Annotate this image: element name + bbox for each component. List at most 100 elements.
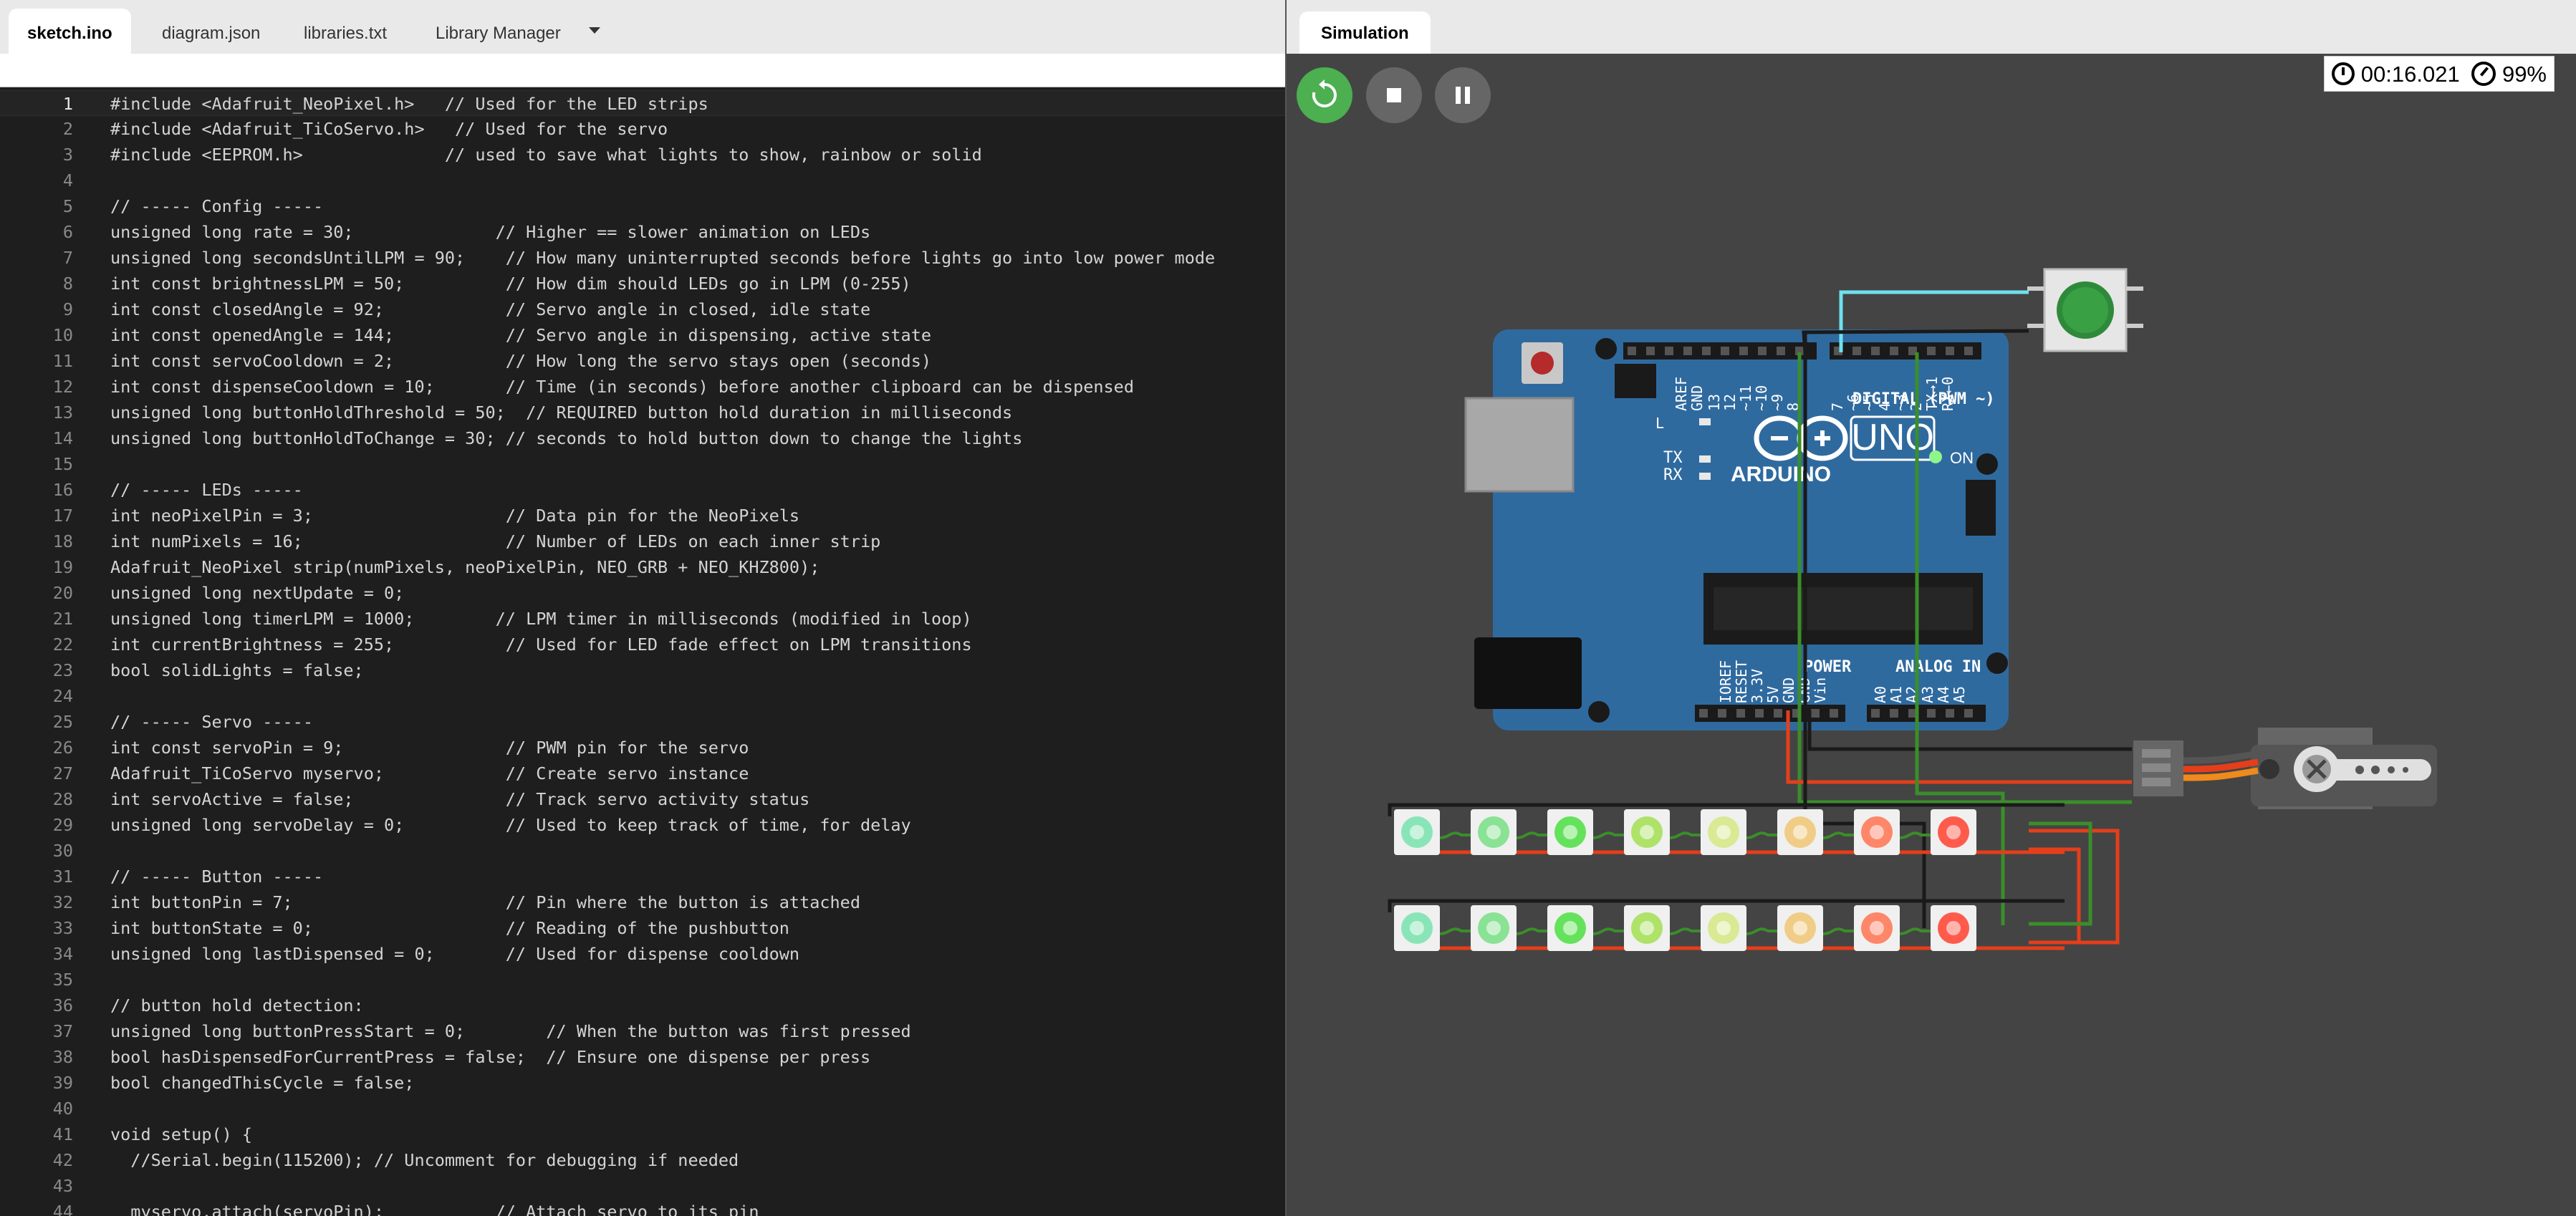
pin-label: 12: [1721, 394, 1739, 411]
code-text: int const brightnessLPM = 50; // How dim…: [110, 274, 911, 294]
pin-label: A5: [1951, 686, 1968, 703]
code-line[interactable]: 25 // ----- Servo -----: [0, 709, 1285, 735]
code-line[interactable]: 43: [0, 1173, 1285, 1199]
line-number: 4: [62, 170, 73, 190]
code-line[interactable]: 36 // button hold detection:: [0, 993, 1285, 1018]
line-number: 39: [52, 1073, 73, 1093]
code-text: unsigned long buttonPressStart = 0; // W…: [110, 1021, 911, 1041]
pin-label: ~9: [1769, 394, 1786, 411]
code-line[interactable]: 13 unsigned long buttonHoldThreshold = 50…: [0, 400, 1285, 425]
code-line[interactable]: 14 unsigned long buttonHoldToChange = 30;…: [0, 425, 1285, 451]
code-text: // button hold detection:: [110, 995, 364, 1015]
code-line[interactable]: 32 int buttonPin = 7; // Pin where the bu…: [0, 889, 1285, 915]
pin-label: ~3: [1892, 394, 1909, 411]
code-line[interactable]: 24: [0, 683, 1285, 709]
code-line[interactable]: 42 //Serial.begin(115200); // Uncomment …: [0, 1147, 1285, 1173]
power-header: [1695, 705, 1845, 722]
code-line[interactable]: 27 Adafruit_TiCoServo myservo; // Create …: [0, 761, 1285, 786]
pin-label: 13: [1706, 394, 1723, 411]
pin-label: ~5: [1860, 394, 1878, 411]
code-line[interactable]: 41 void setup() {: [0, 1121, 1285, 1147]
code-line[interactable]: 22 int currentBrightness = 255; // Used f…: [0, 632, 1285, 657]
code-line[interactable]: 15: [0, 451, 1285, 477]
code-line[interactable]: 26 int const servoPin = 9; // PWM pin for…: [0, 735, 1285, 761]
code-text: int numPixels = 16; // Number of LEDs on…: [110, 531, 881, 551]
code-line[interactable]: 34 unsigned long lastDispensed = 0; // Us…: [0, 941, 1285, 967]
code-text: int currentBrightness = 255; // Used for…: [110, 634, 972, 655]
code-line[interactable]: 10 int const openedAngle = 144; // Servo …: [0, 322, 1285, 348]
code-text: //Serial.begin(115200); // Uncomment for…: [110, 1150, 739, 1170]
code-line[interactable]: 39 bool changedThisCycle = false;: [0, 1070, 1285, 1096]
code-line[interactable]: 19 Adafruit_NeoPixel strip(numPixels, neo…: [0, 554, 1285, 580]
code-text: unsigned long lastDispensed = 0; // Used…: [110, 944, 800, 964]
pin-label-aref: AREF: [1673, 377, 1690, 411]
line-number: 10: [52, 325, 73, 345]
code-line[interactable]: 1 #include <Adafruit_NeoPixel.h> // Used …: [0, 90, 1285, 116]
digital-header-2: [1830, 342, 1981, 360]
chevron-down-icon[interactable]: [589, 27, 600, 34]
code-text: int const dispenseCooldown = 10; // Time…: [110, 377, 1134, 397]
code-line[interactable]: 16 // ----- LEDs -----: [0, 477, 1285, 503]
code-line[interactable]: 17 int neoPixelPin = 3; // Data pin for t…: [0, 503, 1285, 529]
tab-libraries-txt[interactable]: libraries.txt: [285, 0, 405, 54]
led-data-wire-2: [2029, 821, 2092, 926]
code-line[interactable]: 5 // ----- Config -----: [0, 193, 1285, 219]
pushbutton[interactable]: [2027, 268, 2143, 352]
code-line[interactable]: 29 unsigned long servoDelay = 0; // Used …: [0, 812, 1285, 838]
code-line[interactable]: 9 int const closedAngle = 92; // Servo an…: [0, 296, 1285, 322]
line-number: 20: [52, 583, 73, 603]
pin-label: A4: [1935, 686, 1952, 703]
code-line[interactable]: 3 #include <EEPROM.h> // used to save wha…: [0, 142, 1285, 168]
code-area[interactable]: 1 #include <Adafruit_NeoPixel.h> // Used …: [0, 87, 1285, 1216]
code-text: unsigned long buttonHoldToChange = 30; /…: [110, 428, 1023, 448]
code-line[interactable]: 37 unsigned long buttonPressStart = 0; //…: [0, 1018, 1285, 1044]
pin-label: ~6: [1845, 394, 1862, 411]
code-line[interactable]: 21 unsigned long timerLPM = 1000; // LPM …: [0, 606, 1285, 632]
board-brand: ARDUINO: [1731, 463, 1831, 486]
code-line[interactable]: 12 int const dispenseCooldown = 10; // Ti…: [0, 374, 1285, 400]
pin-label: ~10: [1753, 385, 1770, 411]
arduino-uno-board[interactable]: UNO ARDUINO ON TX RX L DIGITAL (PWM ~) P…: [1464, 329, 2009, 730]
code-text: int const servoPin = 9; // PWM pin for t…: [110, 738, 749, 758]
usb-port: [1464, 397, 1575, 493]
code-line[interactable]: 20 unsigned long nextUpdate = 0;: [0, 580, 1285, 606]
code-line[interactable]: 30: [0, 838, 1285, 864]
pin-label: ~11: [1737, 385, 1754, 411]
code-text: int const servoCooldown = 2; // How long…: [110, 351, 932, 371]
servo-motor[interactable]: [2133, 728, 2437, 809]
code-line[interactable]: 11 int const servoCooldown = 2; // How lo…: [0, 348, 1285, 374]
code-line[interactable]: 18 int numPixels = 16; // Number of LEDs …: [0, 529, 1285, 554]
code-line[interactable]: 2 #include <Adafruit_TiCoServo.h> // Used…: [0, 116, 1285, 142]
tab-sketch-ino[interactable]: sketch.ino: [9, 9, 131, 54]
code-line[interactable]: 38 bool hasDispensedForCurrentPress = fal…: [0, 1044, 1285, 1070]
code-text: #include <EEPROM.h> // used to save what…: [110, 145, 982, 165]
code-text: int const openedAngle = 144; // Servo an…: [110, 325, 932, 345]
line-number: 44: [52, 1202, 73, 1216]
l-label: L: [1655, 415, 1664, 432]
code-line[interactable]: 8 int const brightnessLPM = 50; // How di…: [0, 271, 1285, 296]
tab-diagram-json[interactable]: diagram.json: [143, 0, 279, 54]
code-line[interactable]: 23 bool solidLights = false;: [0, 657, 1285, 683]
code-line[interactable]: 44 myservo.attach(servoPin); // Attach s…: [0, 1199, 1285, 1216]
line-number: 22: [52, 634, 73, 655]
tab-library-manager[interactable]: Library Manager: [417, 0, 580, 54]
line-number: 3: [62, 145, 73, 165]
neopixel-strips: [1388, 803, 2065, 951]
tx-label: TX: [1663, 449, 1683, 467]
code-line[interactable]: 28 int servoActive = false; // Track serv…: [0, 786, 1285, 812]
line-number: 18: [52, 531, 73, 551]
code-line[interactable]: 33 int buttonState = 0; // Reading of the…: [0, 915, 1285, 941]
code-text: bool solidLights = false;: [110, 660, 364, 680]
pin-label: TX→1: [1923, 377, 1941, 411]
code-text: #include <Adafruit_NeoPixel.h> // Used f…: [110, 94, 708, 114]
code-line[interactable]: 6 unsigned long rate = 30; // Higher == s…: [0, 219, 1285, 245]
line-number: 37: [52, 1021, 73, 1041]
code-line[interactable]: 7 unsigned long secondsUntilLPM = 90; // …: [0, 245, 1285, 271]
code-text: myservo.attach(servoPin); // Attach serv…: [110, 1202, 759, 1216]
line-number: 29: [52, 815, 73, 835]
pin-label: 4: [1876, 402, 1893, 411]
code-line[interactable]: 35: [0, 967, 1285, 993]
code-line[interactable]: 40: [0, 1096, 1285, 1121]
code-line[interactable]: 4: [0, 168, 1285, 193]
code-line[interactable]: 31 // ----- Button -----: [0, 864, 1285, 889]
